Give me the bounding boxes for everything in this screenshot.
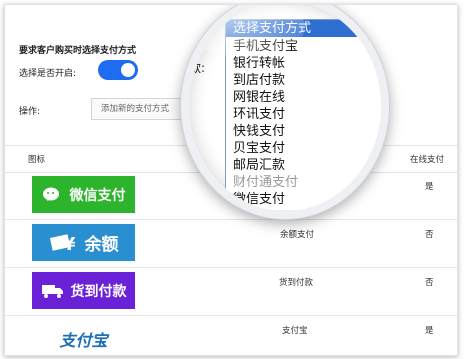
dropdown-option[interactable]: 财付通支付: [233, 174, 298, 191]
column-header-online: 在线支付: [410, 155, 445, 165]
online-pay-value: 是: [425, 182, 434, 192]
truck-icon: [41, 284, 63, 298]
cod-logo-text: 货到付款: [70, 283, 127, 300]
dropdown-selected-option[interactable]: 选择支付方式: [226, 20, 381, 37]
dropdown-option[interactable]: 微信支付: [233, 191, 285, 208]
wechat-pay-logo-text: 微信支付: [69, 187, 126, 204]
table-row: 货到付款 货到付款 否: [5, 268, 457, 316]
toggle-label: 选择是否开启:: [19, 69, 77, 79]
payment-name: 余额支付: [280, 230, 315, 240]
table-row: 支付宝 支付宝 是: [5, 316, 457, 355]
dropdown-option[interactable]: 贝宝支付: [233, 140, 285, 157]
settings-title: 要求客户购买时选择支付方式: [19, 46, 137, 56]
wechat-icon: [42, 187, 59, 201]
dropdown-option[interactable]: 手机支付宝: [233, 38, 298, 55]
dropdown-option[interactable]: 到店付款: [233, 72, 285, 89]
column-header-icon: 图标: [28, 155, 46, 165]
payment-name: 支付宝: [282, 326, 308, 336]
online-pay-value: 是: [425, 326, 434, 336]
operation-label: 操作:: [19, 107, 41, 117]
dropdown-option[interactable]: 环讯支付: [233, 106, 285, 123]
yen-card-icon: ¥: [49, 234, 76, 254]
table-row: ¥ 余额 余额支付 否: [5, 220, 457, 268]
wechat-pay-logo: 微信支付: [32, 176, 135, 213]
magnifier-lens: 款: 选择支付方式 手机支付宝 银行转帐 到店付款 网银在线 环讯支付 快钱支付…: [181, 5, 389, 219]
dropdown-field-label: 款:: [189, 61, 206, 75]
alipay-logo: 支付宝: [32, 320, 135, 355]
online-pay-value: 否: [425, 278, 434, 288]
payment-name: 货到付款: [279, 278, 314, 288]
svg-text:¥: ¥: [63, 234, 76, 254]
payment-method-dropdown-list[interactable]: 选择支付方式 手机支付宝 银行转帐 到店付款 网银在线 环讯支付 快钱支付 贝宝…: [225, 19, 381, 210]
cod-logo: 货到付款: [32, 272, 135, 309]
online-pay-value: 否: [425, 230, 434, 240]
toggle-knob: [121, 63, 135, 77]
alipay-logo-text: 支付宝: [59, 330, 108, 350]
dropdown-option[interactable]: 银行转帐: [233, 55, 285, 72]
dropdown-option[interactable]: 网银在线: [233, 89, 285, 106]
enable-toggle[interactable]: [98, 60, 138, 80]
dropdown-option[interactable]: 邮局汇款: [233, 157, 285, 174]
balance-logo-text: 余额: [84, 235, 119, 255]
balance-pay-logo: ¥ 余额: [32, 224, 135, 261]
payment-settings-panel: 要求客户购买时选择支付方式 选择是否开启: 操作: 添加新的支付方式 图标 在线…: [4, 4, 458, 356]
dropdown-option[interactable]: 快钱支付: [233, 123, 285, 140]
